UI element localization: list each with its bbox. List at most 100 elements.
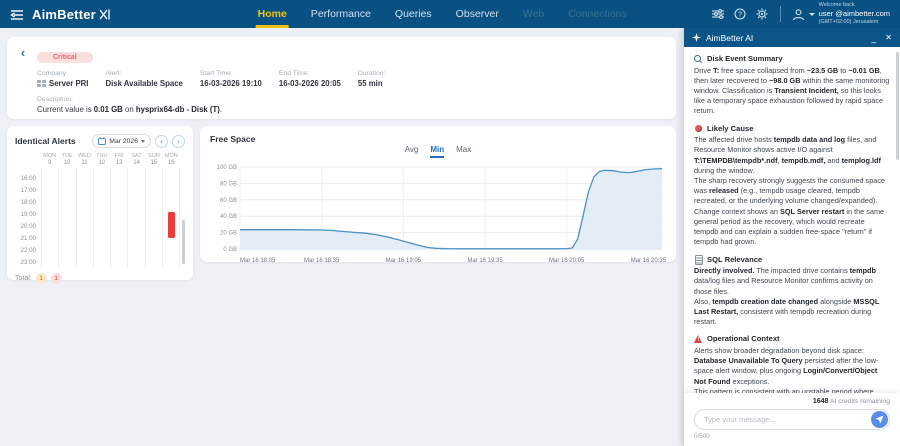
- ai-section-title: SQL Relevance: [707, 255, 762, 266]
- totals-row: Total: 11: [15, 273, 185, 284]
- grid-column: [127, 168, 144, 268]
- svg-text:0 GB: 0 GB: [223, 247, 237, 253]
- svg-text:60 GB: 60 GB: [220, 198, 237, 204]
- day-header-wed-11: WED11: [76, 153, 93, 166]
- ai-section: Disk Event SummaryDrive T: free space co…: [694, 54, 890, 117]
- day-header-fri-13: FRI13: [111, 153, 128, 166]
- time-label: 23:00: [15, 259, 39, 268]
- chart-tab-max[interactable]: Max: [456, 145, 471, 158]
- svg-text:Mar 16 18:35: Mar 16 18:35: [304, 258, 340, 264]
- alert-body: Critical CompanyServer PRIAlert:Disk Ava…: [31, 46, 666, 111]
- svg-text:?: ?: [738, 11, 742, 18]
- ai-section-body: Directly involved. The impacted drive co…: [694, 266, 890, 327]
- grid-column: [76, 168, 93, 268]
- month-selector[interactable]: Mar 2026: [92, 134, 151, 148]
- grid-column: [93, 168, 110, 268]
- grid-column: [41, 168, 58, 268]
- time-label: 15:00: [15, 168, 39, 175]
- char-counter: 0/500: [694, 433, 890, 440]
- nav-item-queries[interactable]: Queries: [383, 0, 444, 28]
- app-window: AimBetter HomePerformanceQueriesObserver…: [0, 0, 900, 446]
- day-header-mon-16: MON16: [163, 153, 180, 166]
- day-header-thu-12: THU12: [93, 153, 110, 166]
- grid-scrollbar[interactable]: [182, 220, 185, 264]
- filters-icon[interactable]: [712, 8, 725, 21]
- ia-columns: [41, 168, 180, 268]
- aimbetter-logo[interactable]: AimBetter: [32, 7, 110, 22]
- credits-remaining: 1648 AI credits remaining: [694, 398, 890, 405]
- alerts-grid: 15:0016:0017:0018:0019:0020:0021:0022:00…: [15, 168, 185, 268]
- ai-section-body: Alerts show broader degradation beyond d…: [694, 346, 890, 393]
- time-label: 20:00: [15, 223, 39, 235]
- ai-scrollbar[interactable]: [896, 52, 899, 160]
- chart-tabs: Avg Min Max: [210, 145, 666, 158]
- ai-section-title: Disk Event Summary: [707, 54, 783, 65]
- send-button[interactable]: [871, 411, 888, 428]
- day-header-sun-15: SUN15: [145, 153, 162, 166]
- main-content: ‹ Critical CompanyServer PRIAlert:Disk A…: [0, 28, 683, 446]
- nav-divider: [780, 6, 781, 22]
- nav-item-connections[interactable]: Connections: [556, 0, 638, 28]
- total-badge-warning: 1: [36, 273, 47, 284]
- free-space-card: Free Space AvgMinMax 0 GB20 GB40 GB60 GB…: [200, 126, 676, 262]
- time-label: 18:00: [15, 199, 39, 211]
- ai-section-body: Drive T: free space collapsed from ~23.5…: [694, 66, 890, 117]
- nav-item-observer[interactable]: Observer: [444, 0, 511, 28]
- ai-section-body: The affected drive hosts tempdb data and…: [694, 135, 890, 247]
- nav-item-web[interactable]: Web: [511, 0, 556, 28]
- logo-mark-icon: [99, 9, 110, 20]
- server-icon: [37, 80, 46, 87]
- collapse-menu-icon[interactable]: [10, 8, 24, 20]
- chart-tab-avg[interactable]: Avg: [405, 145, 419, 158]
- ai-panel-title: AimBetter AI: [706, 33, 753, 43]
- svg-text:Mar 16 20:35: Mar 16 20:35: [631, 258, 666, 264]
- ai-section-title: Likely Cause: [707, 124, 753, 135]
- free-space-chart: 0 GB20 GB40 GB60 GB80 GB100 GBMar 16 18:…: [210, 164, 666, 268]
- alert-detail-card: ‹ Critical CompanyServer PRIAlert:Disk A…: [7, 37, 676, 119]
- search-icon: [694, 55, 703, 64]
- time-label: 19:00: [15, 211, 39, 223]
- chart-area: 0 GB20 GB40 GB60 GB80 GB100 GBMar 16 18:…: [210, 164, 666, 273]
- ai-panel-header: AimBetter AI _ ✕: [684, 28, 900, 47]
- day-header-tue-10: TUE10: [58, 153, 75, 166]
- identical-alerts-card: Identical Alerts Mar 2026 ‹ › MON9TUE10W…: [7, 126, 193, 280]
- ai-sections: Disk Event SummaryDrive T: free space co…: [694, 54, 890, 393]
- alert-fields: CompanyServer PRIAlert:Disk Available Sp…: [37, 70, 666, 88]
- total-label: Total:: [15, 275, 32, 282]
- alert-event-bar[interactable]: [168, 212, 175, 238]
- svg-text:20 GB: 20 GB: [220, 231, 237, 237]
- nav-item-home[interactable]: Home: [246, 0, 299, 28]
- next-month-button[interactable]: ›: [172, 135, 185, 148]
- credits-label: AI credits remaining: [828, 398, 890, 405]
- prev-month-button[interactable]: ‹: [155, 135, 168, 148]
- help-icon[interactable]: ?: [734, 8, 747, 21]
- user-welcome: Welcome back: [819, 2, 890, 9]
- settings-gear-icon[interactable]: [756, 8, 769, 21]
- user-menu[interactable]: Welcome back user @aimbetter.com (GMT+02…: [792, 2, 890, 25]
- total-badge-critical: 1: [51, 273, 62, 284]
- back-button[interactable]: ‹: [15, 46, 31, 111]
- alert-field-3: End Time:16-03-2026 20:05: [279, 70, 341, 88]
- day-header-mon-9: MON9: [41, 153, 58, 166]
- nav-right: ? Welcome back user @aimbetter.com (GMT+…: [712, 2, 890, 25]
- close-button[interactable]: ✕: [885, 33, 892, 43]
- sparkle-icon: [692, 33, 701, 42]
- time-label: 21:00: [15, 235, 39, 247]
- ai-section: Operational ContextAlerts show broader d…: [694, 334, 890, 393]
- sql-icon: [694, 255, 703, 264]
- svg-text:100 GB: 100 GB: [217, 165, 237, 171]
- cause-icon: [694, 124, 703, 133]
- nav-item-performance[interactable]: Performance: [299, 0, 383, 28]
- logo-text: AimBetter: [32, 7, 96, 22]
- ai-section: SQL RelevanceDirectly involved. The impa…: [694, 255, 890, 328]
- message-input[interactable]: [694, 409, 890, 430]
- month-label: Mar 2026: [109, 138, 138, 145]
- grid-column: [58, 168, 75, 268]
- time-label: 16:00: [15, 175, 39, 187]
- ai-footer: 1648 AI credits remaining 0/500: [684, 393, 900, 446]
- nav-menu: HomePerformanceQueriesObserverWebConnect…: [246, 0, 639, 28]
- svg-text:Mar 16 19:05: Mar 16 19:05: [386, 258, 422, 264]
- time-axis: 15:0016:0017:0018:0019:0020:0021:0022:00…: [15, 168, 39, 268]
- chart-tab-min[interactable]: Min: [430, 145, 444, 158]
- minimize-button[interactable]: _: [871, 33, 876, 43]
